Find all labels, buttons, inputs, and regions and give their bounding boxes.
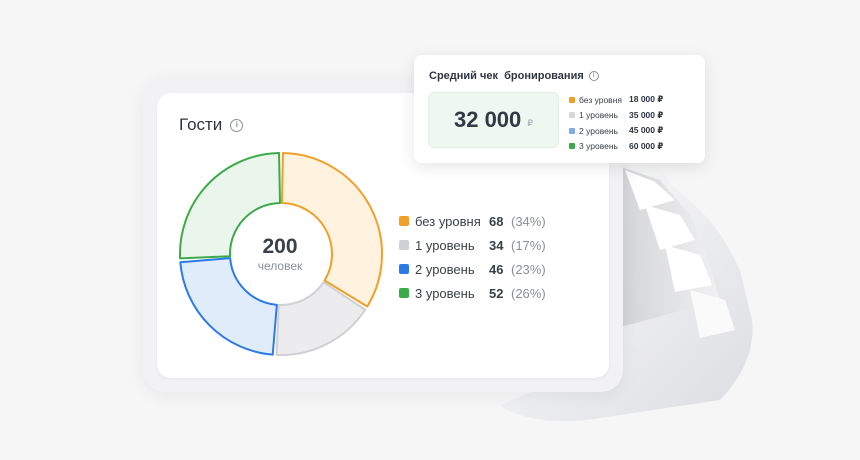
booking-item-level-1: 1 уровень 35 000 ₽ xyxy=(569,108,663,124)
guests-legend: без уровня 68 (34%) 1 уровень 34 (17%) 2… xyxy=(399,209,546,305)
booking-item-level-3: 3 уровень 60 000 ₽ xyxy=(569,139,663,155)
average-booking-card: Средний чек бронирования i 32 000 ₽ без … xyxy=(414,55,705,163)
booking-item-no-level: без уровня 18 000 ₽ xyxy=(569,92,663,108)
legend-swatch-level-1 xyxy=(399,240,409,250)
legend-item-no-level: без уровня 68 (34%) xyxy=(399,209,546,233)
legend-count: 46 xyxy=(489,261,504,277)
currency-symbol: ₽ xyxy=(527,118,534,128)
booking-item-label: без уровня xyxy=(579,94,622,105)
legend-swatch-level-2 xyxy=(399,264,409,274)
average-booking-title: Средний чек бронирования i xyxy=(429,70,599,82)
guests-card-title: Гости i xyxy=(179,115,244,135)
booking-item-label: 2 уровень xyxy=(579,125,618,136)
booking-item-label: 1 уровень xyxy=(579,110,618,121)
donut-slice-no-level[interactable] xyxy=(280,152,383,308)
booking-swatch-level-2 xyxy=(569,127,575,134)
legend-swatch-level-3 xyxy=(399,288,409,298)
booking-swatch-no-level xyxy=(569,96,575,103)
donut-total-label: человек xyxy=(257,259,303,273)
legend-percent: (34%) xyxy=(511,213,546,229)
average-booking-value-box: 32 000 ₽ xyxy=(428,92,559,148)
booking-item-amount: 18 000 ₽ xyxy=(629,94,664,105)
legend-label: 2 уровень xyxy=(415,261,475,277)
info-icon[interactable]: i xyxy=(588,71,599,81)
legend-count: 34 xyxy=(489,237,504,253)
guests-title-text: Гости xyxy=(179,115,223,134)
legend-label: 1 уровень xyxy=(415,237,475,253)
legend-count: 68 xyxy=(489,213,504,229)
legend-item-level-2: 2 уровень 46 (23%) xyxy=(399,257,546,281)
booking-item-amount: 60 000 ₽ xyxy=(629,140,664,151)
legend-item-level-1: 1 уровень 34 (17%) xyxy=(399,233,546,257)
booking-item-amount: 45 000 ₽ xyxy=(629,125,664,136)
legend-percent: (17%) xyxy=(511,237,546,253)
booking-item-label: 3 уровень xyxy=(579,141,618,152)
legend-item-level-3: 3 уровень 52 (26%) xyxy=(399,281,546,305)
donut-total-value: 200 xyxy=(262,235,298,258)
booking-level-list: без уровня 18 000 ₽ 1 уровень 35 000 ₽ 2… xyxy=(569,92,663,154)
booking-item-amount: 35 000 ₽ xyxy=(629,109,664,120)
legend-swatch-no-level xyxy=(399,216,409,226)
average-booking-title-text: Средний чек бронирования xyxy=(429,70,584,82)
booking-swatch-level-1 xyxy=(569,112,575,119)
legend-percent: (26%) xyxy=(511,285,546,301)
info-icon[interactable]: i xyxy=(230,118,244,132)
booking-item-level-2: 2 уровень 45 000 ₽ xyxy=(569,123,663,139)
booking-swatch-level-3 xyxy=(569,143,575,150)
average-booking-value: 32 000 xyxy=(453,107,522,132)
legend-label: без уровня xyxy=(415,213,481,229)
legend-label: 3 уровень xyxy=(415,285,475,301)
legend-count: 52 xyxy=(489,285,504,301)
legend-percent: (23%) xyxy=(511,261,546,277)
